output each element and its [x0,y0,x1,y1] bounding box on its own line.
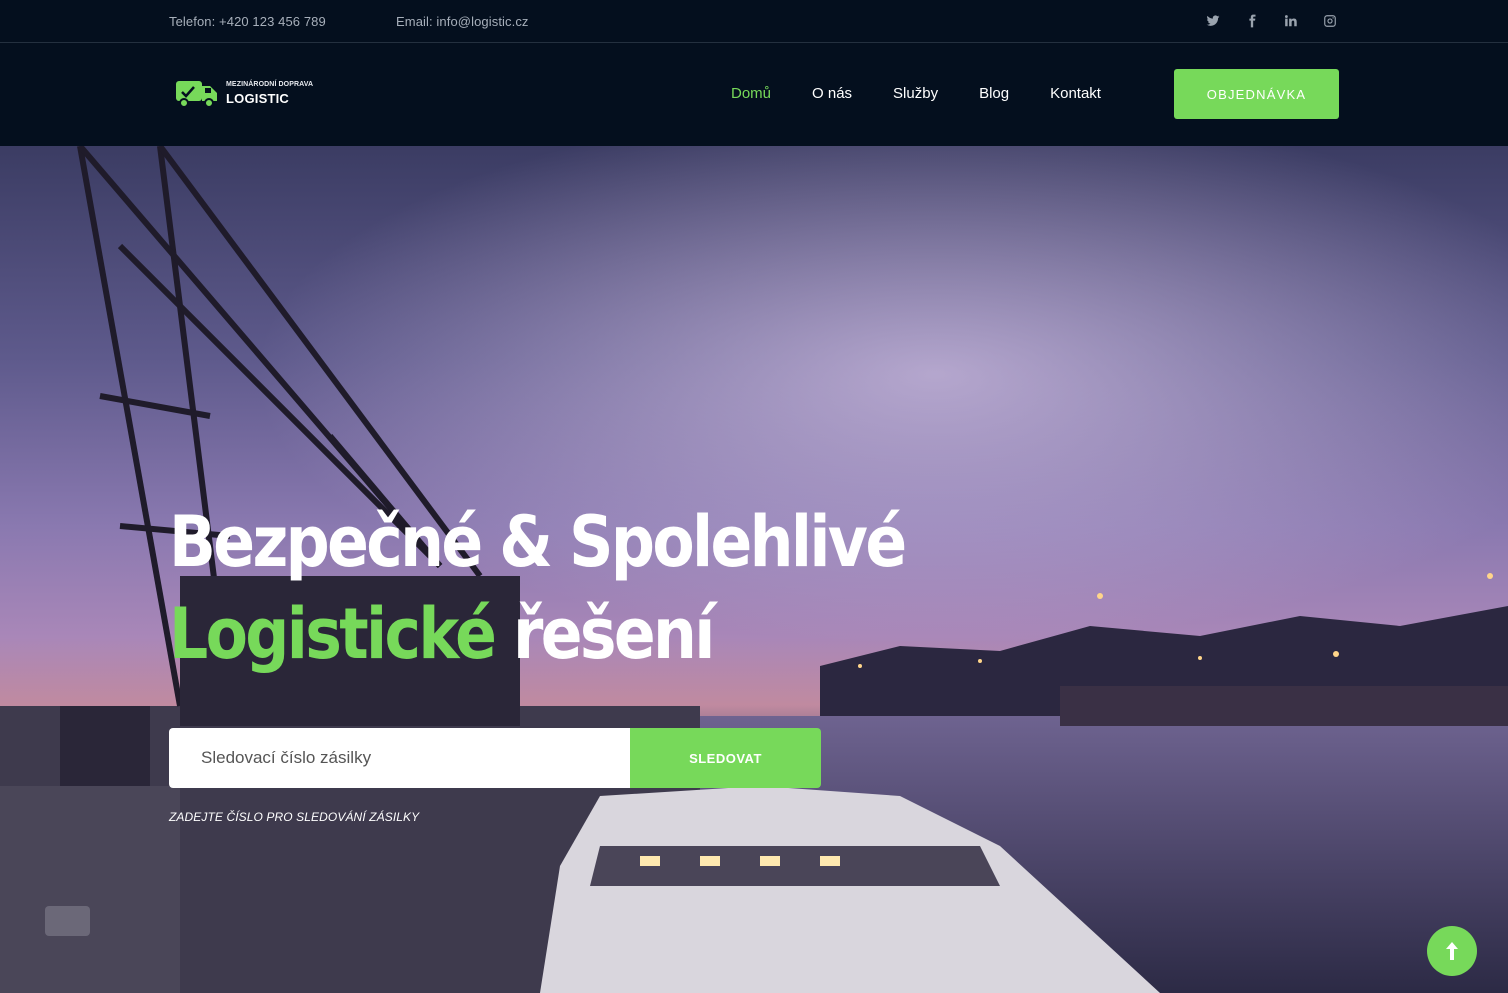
hero-headline: Bezpečné & Spolehlivé Logistické řešení [169,496,907,680]
phone-text[interactable]: Telefon: +420 123 456 789 [169,14,326,29]
social-links [1203,11,1339,31]
top-bar: Telefon: +420 123 456 789 Email: info@lo… [0,0,1508,43]
tracking-hint: ZADEJTE ČÍSLO PRO SLEDOVÁNÍ ZÁSILKY [169,810,420,824]
nav-item-blog[interactable]: Blog [979,85,1009,102]
nav-item-contact[interactable]: Kontakt [1050,85,1101,102]
logo-subtitle: MEZINÁRODNÍ DOPRAVA [226,81,314,88]
order-button[interactable]: OBJEDNÁVKA [1174,69,1339,119]
scroll-to-top-button[interactable] [1427,926,1477,976]
main-navbar: MEZINÁRODNÍ DOPRAVA LOGISTIC Domů O nás … [0,43,1508,146]
headline-line-1: Bezpečné & Spolehlivé [169,501,907,583]
arrow-up-icon [1446,942,1458,960]
truck-icon [176,81,217,108]
tracking-form: Sledovací číslo zásilky SLEDOVAT [169,728,821,788]
main-menu: Domů O nás Služby Blog Kontakt [731,85,1101,102]
headline-highlight: Logistické [169,593,497,675]
headline-rest: řešení [494,593,715,675]
nav-item-services[interactable]: Služby [893,85,938,102]
twitter-icon[interactable] [1203,11,1222,31]
linkedin-icon[interactable] [1281,11,1300,31]
facebook-icon[interactable] [1242,11,1261,31]
email-text[interactable]: Email: info@logistic.cz [396,14,529,29]
tracking-number-input[interactable]: Sledovací číslo zásilky [169,728,630,788]
headline-line-2: Logistické řešení [169,588,904,680]
track-button[interactable]: SLEDOVAT [630,728,821,788]
instagram-icon[interactable] [1320,11,1339,31]
logo-title: LOGISTIC [226,91,289,106]
site-logo[interactable]: MEZINÁRODNÍ DOPRAVA LOGISTIC [174,76,313,110]
hero-section: Bezpečné & Spolehlivé Logistické řešení … [0,146,1508,993]
nav-item-about[interactable]: O nás [812,85,852,102]
nav-item-home[interactable]: Domů [731,85,771,102]
